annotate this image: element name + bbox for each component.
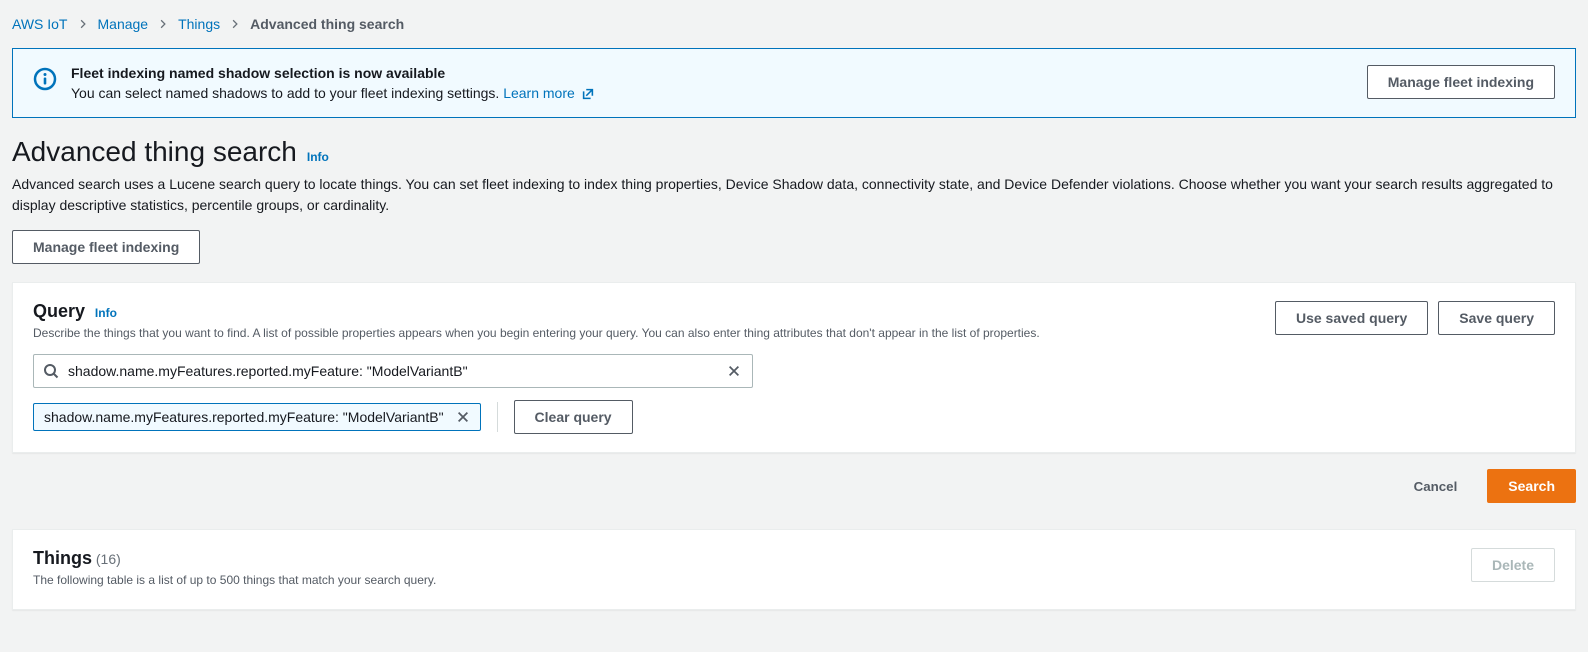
search-button[interactable]: Search	[1487, 469, 1576, 503]
manage-fleet-indexing-button[interactable]: Manage fleet indexing	[12, 230, 200, 264]
breadcrumb: AWS IoT Manage Things Advanced thing sea…	[12, 12, 1576, 48]
save-query-button[interactable]: Save query	[1438, 301, 1555, 335]
external-link-icon	[581, 87, 595, 101]
delete-button[interactable]: Delete	[1471, 548, 1555, 582]
close-icon	[456, 410, 470, 424]
divider	[497, 402, 498, 432]
chevron-right-icon	[230, 19, 240, 29]
manage-fleet-indexing-banner-button[interactable]: Manage fleet indexing	[1367, 65, 1555, 99]
breadcrumb-things[interactable]: Things	[178, 16, 220, 32]
things-count: (16)	[96, 551, 121, 567]
things-panel: Things (16) The following table is a lis…	[12, 529, 1576, 610]
breadcrumb-aws-iot[interactable]: AWS IoT	[12, 16, 68, 32]
close-icon	[727, 364, 741, 378]
use-saved-query-button[interactable]: Use saved query	[1275, 301, 1428, 335]
learn-more-link[interactable]: Learn more	[503, 85, 594, 101]
chevron-right-icon	[78, 19, 88, 29]
query-panel-description: Describe the things that you want to fin…	[33, 326, 1261, 340]
remove-token-button[interactable]	[452, 408, 474, 426]
page-description: Advanced search uses a Lucene search que…	[12, 174, 1576, 216]
info-banner-title: Fleet indexing named shadow selection is…	[71, 65, 1353, 81]
query-token: shadow.name.myFeatures.reported.myFeatur…	[33, 403, 481, 431]
query-panel: Query Info Describe the things that you …	[12, 282, 1576, 453]
query-info-link[interactable]: Info	[95, 306, 117, 320]
chevron-right-icon	[158, 19, 168, 29]
query-input[interactable]	[33, 354, 753, 388]
query-panel-title: Query	[33, 301, 85, 321]
info-banner-description: You can select named shadows to add to y…	[71, 85, 1353, 101]
cancel-button[interactable]: Cancel	[1394, 473, 1478, 500]
breadcrumb-current: Advanced thing search	[250, 16, 404, 32]
info-banner: Fleet indexing named shadow selection is…	[12, 48, 1576, 118]
query-token-label: shadow.name.myFeatures.reported.myFeatur…	[44, 409, 444, 425]
info-icon	[33, 67, 57, 91]
clear-input-button[interactable]	[723, 360, 745, 382]
clear-query-button[interactable]: Clear query	[514, 400, 633, 434]
page-info-link[interactable]: Info	[307, 150, 329, 164]
things-panel-title: Things	[33, 548, 92, 568]
breadcrumb-manage[interactable]: Manage	[98, 16, 149, 32]
page-title: Advanced thing search	[12, 136, 297, 168]
things-panel-description: The following table is a list of up to 5…	[33, 573, 1457, 587]
